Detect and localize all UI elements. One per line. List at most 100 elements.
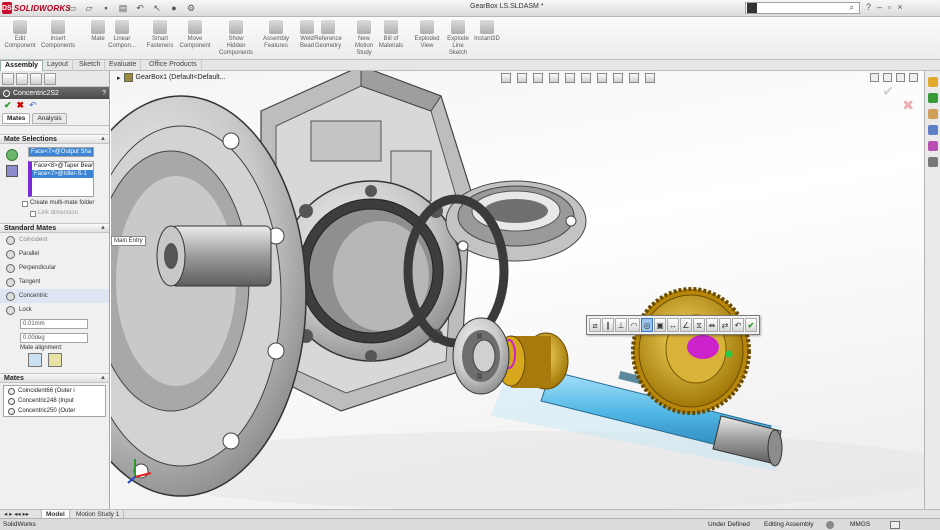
mate-type-parallel[interactable]: Parallel bbox=[0, 247, 109, 261]
aligned-button[interactable] bbox=[28, 353, 42, 367]
linear-pattern-button[interactable]: Linear Compon... bbox=[102, 20, 142, 50]
insert-components-button[interactable]: Insert Components bbox=[38, 20, 78, 50]
mate-type-coincident[interactable]: Coincident bbox=[0, 233, 109, 247]
confirmation-cancel-icon[interactable]: ✖ bbox=[902, 97, 914, 114]
edit-appearance-icon[interactable] bbox=[613, 73, 623, 83]
search-icon[interactable]: ⌕ bbox=[850, 3, 860, 13]
open-icon[interactable]: ▱ bbox=[83, 2, 95, 14]
feature-manager-tab-icon[interactable] bbox=[2, 73, 14, 85]
entity-select-icon[interactable] bbox=[6, 149, 18, 161]
status-units[interactable]: MMGS bbox=[850, 521, 870, 528]
distance-field[interactable]: 0.01mm bbox=[20, 319, 88, 329]
search-scope-icon[interactable] bbox=[747, 3, 757, 13]
restore-icon[interactable]: ▫ bbox=[888, 2, 891, 12]
mates-header[interactable]: Mates ▲ bbox=[0, 373, 109, 383]
list-item[interactable]: Face<8>@Taper Bear bbox=[32, 162, 93, 170]
appearances-icon[interactable] bbox=[927, 141, 938, 151]
list-item[interactable]: Concentric248 (Input bbox=[4, 396, 105, 406]
bearing-top[interactable] bbox=[445, 180, 587, 262]
popup-angle-icon[interactable]: ∠ bbox=[680, 318, 692, 332]
multi-mate-checkbox[interactable]: Create multi-mate folder bbox=[22, 200, 109, 207]
view-orientation-icon[interactable] bbox=[565, 73, 575, 83]
popup-distance-icon[interactable]: ↔ bbox=[667, 318, 679, 332]
expand-icon[interactable]: ▸ bbox=[117, 74, 121, 82]
cancel-icon[interactable]: ✖ bbox=[17, 100, 25, 111]
anti-aligned-button[interactable] bbox=[48, 353, 62, 367]
selected-entities-list[interactable]: Face<8>@Taper Bear Face<7>@Idler-S-1 bbox=[28, 161, 94, 197]
list-item[interactable]: Coincident66 (Outer i bbox=[4, 386, 105, 396]
apply-scene-icon[interactable] bbox=[629, 73, 639, 83]
tab-assembly[interactable]: Assembly bbox=[0, 60, 44, 71]
file-explorer-icon[interactable] bbox=[927, 109, 938, 119]
search-input[interactable] bbox=[758, 3, 850, 13]
popup-undo-icon[interactable]: ↶ bbox=[732, 318, 744, 332]
mate-type-concentric[interactable]: Concentric bbox=[0, 289, 109, 303]
collapse-icon[interactable]: ▲ bbox=[100, 225, 106, 231]
viewport-close-icon[interactable] bbox=[909, 73, 918, 82]
collapse-icon[interactable]: ▲ bbox=[100, 375, 106, 381]
tab-layout[interactable]: Layout bbox=[43, 60, 74, 71]
list-item[interactable]: Concentric250 (Outer bbox=[4, 406, 105, 416]
select-icon[interactable]: ↖ bbox=[151, 2, 163, 14]
popup-parallel-icon[interactable]: ∥ bbox=[602, 318, 614, 332]
options-icon[interactable]: ⚙ bbox=[185, 2, 197, 14]
viewport-restore-icon[interactable] bbox=[883, 73, 892, 82]
popup-ok-icon[interactable]: ✔ bbox=[745, 318, 757, 332]
link-dimension-checkbox[interactable]: Link dimension bbox=[30, 210, 109, 217]
angle-field[interactable]: 0.00deg bbox=[20, 333, 88, 343]
popup-perpendicular-icon[interactable]: ⊥ bbox=[615, 318, 627, 332]
section-view-icon[interactable] bbox=[549, 73, 559, 83]
popup-lock-icon[interactable]: ▣ bbox=[654, 318, 666, 332]
view-settings-icon[interactable] bbox=[645, 73, 655, 83]
tab-evaluate[interactable]: Evaluate bbox=[105, 60, 142, 71]
tab-sketch[interactable]: Sketch bbox=[75, 60, 106, 71]
popup-tangent-icon[interactable]: ◠ bbox=[628, 318, 640, 332]
edit-component-button[interactable]: Edit Component bbox=[0, 20, 40, 50]
popup-symmetric-icon[interactable]: ⧖ bbox=[693, 318, 705, 332]
mate-selections-header[interactable]: Mate Selections ▲ bbox=[0, 134, 109, 144]
tab-office-products[interactable]: Office Products bbox=[145, 60, 202, 71]
flyout-feature-tree[interactable]: ▸ GearBox1 (Default<Default... bbox=[117, 73, 226, 82]
custom-properties-icon[interactable] bbox=[927, 157, 938, 167]
help-icon[interactable]: ? bbox=[102, 90, 106, 97]
rebuild-status-icon[interactable] bbox=[826, 521, 834, 529]
graphics-area[interactable]: ▸ GearBox1 (Default<Default... ✔ ✖ Main … bbox=[111, 71, 924, 509]
mate-type-tangent[interactable]: Tangent bbox=[0, 275, 109, 289]
help-icon[interactable]: ? bbox=[866, 2, 871, 12]
ok-icon[interactable]: ✔ bbox=[4, 100, 12, 111]
show-hidden-button[interactable]: Show Hidden Components bbox=[216, 20, 256, 57]
hide-show-items-icon[interactable] bbox=[597, 73, 607, 83]
popup-flip-icon[interactable]: ⇄ bbox=[719, 318, 731, 332]
resources-icon[interactable] bbox=[927, 77, 938, 87]
display-style-icon[interactable] bbox=[581, 73, 591, 83]
popup-width-icon[interactable]: ⇹ bbox=[706, 318, 718, 332]
previous-view-icon[interactable] bbox=[533, 73, 543, 83]
viewport-minimize-icon[interactable] bbox=[870, 73, 879, 82]
display-manager-tab-icon[interactable] bbox=[44, 73, 56, 85]
save-icon[interactable]: ▪ bbox=[100, 2, 112, 14]
viewport-maximize-icon[interactable] bbox=[896, 73, 905, 82]
list-item[interactable]: Face<7>@Idler-S-1 bbox=[32, 170, 93, 178]
zoom-to-fit-icon[interactable] bbox=[501, 73, 511, 83]
print-icon[interactable]: ▤ bbox=[117, 2, 129, 14]
bom-button[interactable]: Bill of Materials bbox=[371, 20, 411, 50]
rebuild-icon[interactable]: ● bbox=[168, 2, 180, 14]
search-results-icon[interactable] bbox=[927, 125, 938, 135]
configuration-manager-tab-icon[interactable] bbox=[30, 73, 42, 85]
tab-mates[interactable]: Mates bbox=[2, 113, 31, 124]
solidworks-logo[interactable]: DS SOLIDWORKS bbox=[2, 1, 71, 15]
spur-gear[interactable] bbox=[631, 287, 751, 415]
collapse-icon[interactable]: ▲ bbox=[100, 136, 106, 142]
design-library-icon[interactable] bbox=[927, 93, 938, 103]
confirmation-ok-icon[interactable]: ✔ bbox=[882, 83, 894, 100]
reference-geometry-button[interactable]: Reference Geometry bbox=[308, 20, 348, 50]
customize-icon[interactable] bbox=[890, 521, 900, 529]
gearbox-model[interactable] bbox=[111, 71, 924, 509]
mate-type-perpendicular[interactable]: Perpendicular bbox=[0, 261, 109, 275]
close-icon[interactable]: × bbox=[897, 2, 902, 12]
entity-field[interactable]: Face<7>@Output Sha bbox=[28, 147, 94, 157]
standard-mates-header[interactable]: Standard Mates ▲ bbox=[0, 223, 109, 233]
tab-analysis[interactable]: Analysis bbox=[32, 113, 67, 124]
property-manager-tab-icon[interactable] bbox=[16, 73, 28, 85]
smart-fasteners-button[interactable]: Smart Fasteners bbox=[140, 20, 180, 50]
